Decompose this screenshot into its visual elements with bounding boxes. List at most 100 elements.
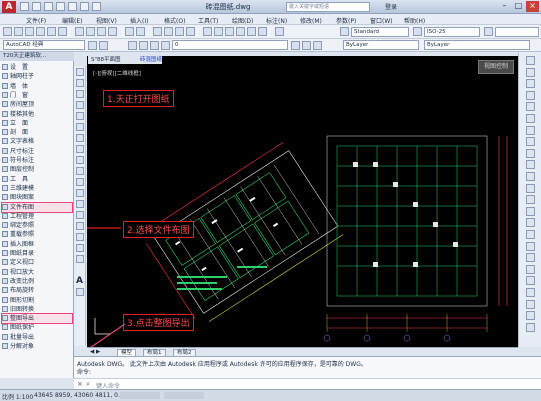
pan-right-icon[interactable] [526, 311, 535, 321]
revision-cloud-icon[interactable] [76, 145, 84, 153]
point-icon[interactable] [76, 211, 84, 219]
spline-icon[interactable] [76, 156, 84, 164]
insert-block-icon[interactable] [76, 189, 84, 197]
gear-icon[interactable] [88, 41, 97, 50]
search-input[interactable]: 键入关键字或短语 [286, 2, 370, 12]
menu-view[interactable]: 视图(V) [96, 16, 117, 25]
sidebar-item[interactable]: 剖 面 [2, 128, 72, 137]
copy-icon[interactable] [86, 27, 95, 36]
scale-icon[interactable] [526, 137, 535, 147]
sidebar-item[interactable]: 改变比例 [2, 277, 72, 286]
trim-icon[interactable] [526, 160, 535, 170]
save-icon[interactable] [44, 2, 53, 11]
save-as-icon[interactable] [56, 2, 65, 11]
viewport-label[interactable]: [-][俯视][二维线框] [93, 69, 141, 77]
multiline-text-icon[interactable]: A [76, 276, 83, 286]
steering-wheel-icon[interactable] [526, 322, 535, 332]
tab-nav-arrows[interactable]: ◀ ▶ [90, 349, 100, 355]
publish-icon[interactable] [58, 27, 67, 36]
sidebar-item[interactable]: 工 具 [2, 175, 72, 184]
color-dropdown[interactable]: ByLayer [343, 40, 419, 50]
erase-icon[interactable] [526, 56, 535, 65]
close-command-icon[interactable]: × [77, 380, 83, 388]
sidebar-item[interactable]: 图形切割 [2, 296, 72, 305]
drawing-canvas[interactable]: 1.天正打开图纸 2.选择文件布图 3.点击整图导出 [87, 56, 518, 347]
move-icon[interactable] [526, 114, 535, 123]
break-icon[interactable] [526, 183, 535, 193]
extend-icon[interactable] [526, 172, 535, 181]
line-icon[interactable] [76, 68, 84, 76]
menu-format[interactable]: 格式(O) [164, 16, 185, 25]
menu-modify[interactable]: 修改(M) [300, 16, 322, 25]
circle-icon[interactable] [76, 134, 84, 142]
undo-icon[interactable] [80, 2, 89, 11]
hatch-icon[interactable] [76, 222, 84, 230]
layer-manager-icon[interactable] [128, 41, 137, 50]
grid-toggle[interactable] [164, 392, 204, 399]
properties-icon[interactable] [203, 27, 212, 36]
undo-icon[interactable] [125, 27, 134, 36]
sidebar-item[interactable]: 批量导出 [2, 333, 72, 342]
view-control-button[interactable]: 视图控制 [478, 60, 514, 74]
new-file-icon[interactable] [20, 2, 29, 11]
zoom-window-icon[interactable] [175, 27, 184, 36]
region-icon[interactable] [76, 244, 84, 252]
sidebar-item[interactable]: 楼梯其他 [2, 110, 72, 119]
calculator-icon[interactable] [258, 27, 267, 36]
sidebar-item[interactable]: 图层控制 [2, 165, 72, 174]
menu-tools[interactable]: 工具(T) [198, 16, 218, 25]
layer-state-icon[interactable] [313, 41, 322, 50]
menu-draw[interactable]: 绘图(D) [232, 16, 253, 25]
rectangle-icon[interactable] [76, 112, 84, 120]
copy-object-icon[interactable] [526, 67, 535, 77]
sidebar-item[interactable]: 图纸保护 [2, 323, 72, 332]
zoom-extents-icon[interactable] [526, 288, 535, 297]
print-icon[interactable] [68, 2, 77, 11]
sidebar-item[interactable]: 立 面 [2, 119, 72, 128]
qnew-icon[interactable] [3, 27, 12, 36]
sidebar-item[interactable]: 尺寸标注 [2, 147, 72, 156]
sidebar-item[interactable]: 绑定参照 [2, 221, 72, 230]
autocad-logo-icon[interactable]: A [2, 1, 16, 13]
layer-previous-icon[interactable] [302, 41, 311, 50]
sidebar-item[interactable]: 图块图案 [2, 193, 72, 202]
sidebar-item[interactable]: 图纸目录 [2, 249, 72, 258]
zoom-previous-icon[interactable] [186, 27, 195, 36]
gradient-icon[interactable] [76, 233, 84, 241]
sidebar-item[interactable]: 插入图框 [2, 240, 72, 249]
sidebar-item[interactable]: 三维建模 [2, 184, 72, 193]
ellipse-arc-icon[interactable] [76, 178, 84, 186]
sidebar-item[interactable]: 定义视口 [2, 258, 72, 267]
offset-icon[interactable] [526, 90, 535, 100]
markup-icon[interactable] [247, 27, 256, 36]
linetype-dropdown[interactable]: ByLayer [424, 40, 530, 50]
plot-icon[interactable] [36, 27, 45, 36]
make-current-layer-icon[interactable] [291, 41, 300, 50]
stretch-icon[interactable] [526, 148, 535, 158]
menu-window[interactable]: 窗口(W) [370, 16, 393, 25]
table-style-dropdown[interactable] [495, 27, 539, 37]
sidebar-item[interactable]: 重载参照 [2, 230, 72, 239]
maximize-icon[interactable]: □ [512, 1, 525, 12]
workspace-dropdown[interactable]: AutoCAD 经典 [3, 40, 85, 50]
menu-insert[interactable]: 插入(I) [130, 16, 148, 25]
sidebar-item[interactable]: 房间屋顶 [2, 100, 72, 109]
construction-line-icon[interactable] [76, 79, 84, 87]
orbit-icon[interactable] [526, 299, 535, 309]
command-search-icon[interactable]: ⌕ [86, 380, 90, 389]
drawing-tab-file[interactable]: 砖混图纸 [140, 56, 162, 64]
snap-toggle[interactable] [120, 392, 160, 399]
explode-icon[interactable] [526, 230, 535, 239]
lock-icon[interactable] [161, 41, 170, 50]
arc-icon[interactable] [76, 123, 84, 131]
sidebar-item[interactable]: 文字表格 [2, 137, 72, 146]
open-file-icon[interactable] [32, 2, 41, 11]
polygon-icon[interactable] [76, 101, 84, 109]
sidebar-item[interactable]: 整图导出 [1, 313, 73, 325]
design-center-icon[interactable] [214, 27, 223, 36]
sidebar-item[interactable]: 墙 体 [2, 82, 72, 91]
chamfer-icon[interactable] [526, 206, 535, 216]
login-link[interactable]: 登录 [385, 2, 397, 11]
sidebar-item[interactable]: 门 窗 [2, 91, 72, 100]
list-icon[interactable] [526, 264, 535, 274]
